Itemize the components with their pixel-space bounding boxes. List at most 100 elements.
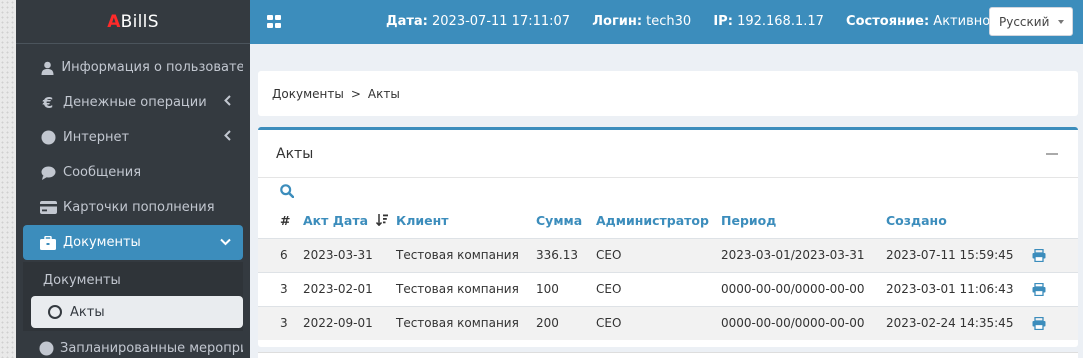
- card-title: Акты: [276, 145, 314, 162]
- submenu-item-label: Документы: [43, 272, 121, 288]
- print-icon[interactable]: [1032, 317, 1046, 331]
- column-header-actions: [1032, 204, 1078, 238]
- cell-admin: CEO: [596, 237, 721, 272]
- cell-admin: CEO: [596, 305, 721, 340]
- language-value: Русский: [999, 14, 1050, 29]
- top-bar: Дата: 2023-07-11 17:11:07 Логин: tech30 …: [250, 0, 1083, 44]
- circle-icon: [39, 341, 54, 357]
- sidebar-item-label: Карточки пополнения: [63, 200, 215, 215]
- euro-icon: €: [42, 93, 54, 112]
- globe-icon: [39, 130, 57, 146]
- cell-actions: [1032, 237, 1078, 272]
- cell-sum: 200: [536, 305, 596, 340]
- cell-client: Тестовая компания: [396, 305, 536, 340]
- sidebar-item-messages[interactable]: Сообщения: [23, 155, 243, 190]
- date-label: Дата:: [386, 14, 428, 29]
- cell-period: 2023-03-01/2023-03-31: [721, 237, 886, 272]
- cell-date: 2023-02-01: [303, 271, 396, 306]
- session-info: Дата: 2023-07-11 17:11:07 Логин: tech30 …: [386, 14, 990, 29]
- cell-number: 6: [258, 237, 303, 272]
- cell-date: 2022-09-01: [303, 305, 396, 340]
- cell-actions: [1032, 305, 1078, 340]
- credit-card-icon: [39, 200, 57, 216]
- print-icon[interactable]: [1032, 248, 1046, 263]
- cell-client: Тестовая компания: [396, 271, 536, 306]
- cell-created: 2023-07-11 15:59:45: [886, 237, 1032, 272]
- submenu-item-documents[interactable]: Документы: [23, 264, 243, 296]
- state-label: Состояние:: [846, 14, 930, 29]
- cell-client: Тестовая компания: [396, 237, 536, 272]
- left-edge-strip: [0, 0, 16, 358]
- collapse-icon[interactable]: [1046, 153, 1058, 155]
- user-icon: [39, 60, 55, 76]
- sidebar-item-label: Сообщения: [63, 165, 142, 180]
- cell-created: 2023-02-24 14:35:45: [886, 305, 1032, 340]
- sidebar-item-label: Денежные операции: [63, 95, 207, 110]
- next-card-edge: [258, 352, 1078, 358]
- column-header-created[interactable]: Создано: [886, 204, 1032, 238]
- cell-admin: CEO: [596, 271, 721, 306]
- card-header: Акты: [258, 130, 1078, 178]
- column-header-client[interactable]: Клиент: [396, 204, 536, 238]
- sidebar-menu: Информация о пользователе € Денежные опе…: [16, 44, 250, 358]
- sidebar-item-user-info[interactable]: Информация о пользователе: [23, 50, 243, 85]
- column-header-admin[interactable]: Администратор: [596, 204, 721, 238]
- login-value: tech30: [646, 14, 692, 29]
- cell-period: 0000-00-00/0000-00-00: [721, 305, 886, 340]
- breadcrumb-current: Акты: [367, 86, 400, 101]
- breadcrumb-root[interactable]: Документы: [272, 87, 344, 101]
- sidebar-item-label: Запланированные мероприятия: [60, 341, 243, 356]
- sidebar-item-internet[interactable]: Интернет: [23, 120, 243, 155]
- cell-created: 2023-03-01 11:06:43: [886, 271, 1032, 306]
- login-label: Логин:: [592, 14, 643, 29]
- submenu-item-acts[interactable]: Акты: [31, 296, 243, 328]
- caret-down-icon: [1058, 20, 1064, 24]
- acts-card: Акты # Акт Дата Клиент Сумма Администрат…: [258, 127, 1078, 347]
- sidebar: ABillS Информация о пользователе € Денеж…: [16, 0, 250, 358]
- chevron-left-icon: [224, 130, 231, 145]
- sidebar-item-documents[interactable]: Документы: [23, 225, 243, 260]
- print-icon[interactable]: [1032, 282, 1046, 297]
- cell-period: 0000-00-00/0000-00-00: [721, 271, 886, 306]
- search-icon[interactable]: [280, 184, 295, 199]
- brand[interactable]: ABillS: [16, 0, 250, 44]
- sidebar-item-label: Документы: [63, 235, 141, 250]
- cell-number: 3: [258, 305, 303, 340]
- column-header-number: #: [280, 213, 291, 229]
- breadcrumb: Документы > Акты: [258, 71, 1078, 116]
- ip-label: IP:: [713, 14, 733, 29]
- cell-number: 3: [258, 271, 303, 306]
- chevron-left-icon: [224, 95, 231, 110]
- chevron-down-icon: [220, 235, 231, 250]
- submenu-item-label: Акты: [70, 304, 105, 320]
- table-row: 3 2022-09-01 Тестовая компания 200 CEO 0…: [258, 305, 1078, 340]
- sort-desc-icon[interactable]: [376, 213, 389, 229]
- grid-menu-icon[interactable]: [267, 15, 281, 28]
- breadcrumb-separator: >: [350, 86, 361, 101]
- circle-outline-icon: [48, 305, 62, 319]
- cell-sum: 336.13: [536, 237, 596, 272]
- cell-actions: [1032, 271, 1078, 306]
- sidebar-item-scheduled-events[interactable]: Запланированные мероприятия: [23, 331, 243, 358]
- column-header-sum[interactable]: Сумма: [536, 204, 596, 238]
- sidebar-item-cards[interactable]: Карточки пополнения: [23, 190, 243, 225]
- cell-date: 2023-03-31: [303, 237, 396, 272]
- state-value: Активно: [933, 14, 991, 29]
- cell-sum: 100: [536, 271, 596, 306]
- brand-logo[interactable]: ABillS: [107, 12, 159, 32]
- date-value: 2023-07-11 17:11:07: [432, 14, 571, 29]
- table-row: 6 2023-03-31 Тестовая компания 336.13 CE…: [258, 237, 1078, 272]
- comment-icon: [39, 165, 57, 181]
- table-header-row: # Акт Дата Клиент Сумма Администратор Пе…: [258, 204, 1078, 238]
- table-row: 3 2023-02-01 Тестовая компания 100 CEO 0…: [258, 271, 1078, 306]
- acts-table: # Акт Дата Клиент Сумма Администратор Пе…: [258, 204, 1078, 340]
- ip-value: 192.168.1.17: [737, 14, 824, 29]
- sidebar-item-finance[interactable]: € Денежные операции: [23, 85, 243, 120]
- sidebar-item-label: Интернет: [63, 130, 130, 145]
- language-select[interactable]: Русский: [989, 7, 1073, 36]
- column-header-date[interactable]: Акт Дата: [303, 204, 396, 238]
- documents-submenu: Документы Акты: [23, 262, 243, 331]
- briefcase-icon: [39, 235, 57, 251]
- sidebar-item-label: Информация о пользователе: [61, 60, 243, 75]
- column-header-period[interactable]: Период: [721, 204, 886, 238]
